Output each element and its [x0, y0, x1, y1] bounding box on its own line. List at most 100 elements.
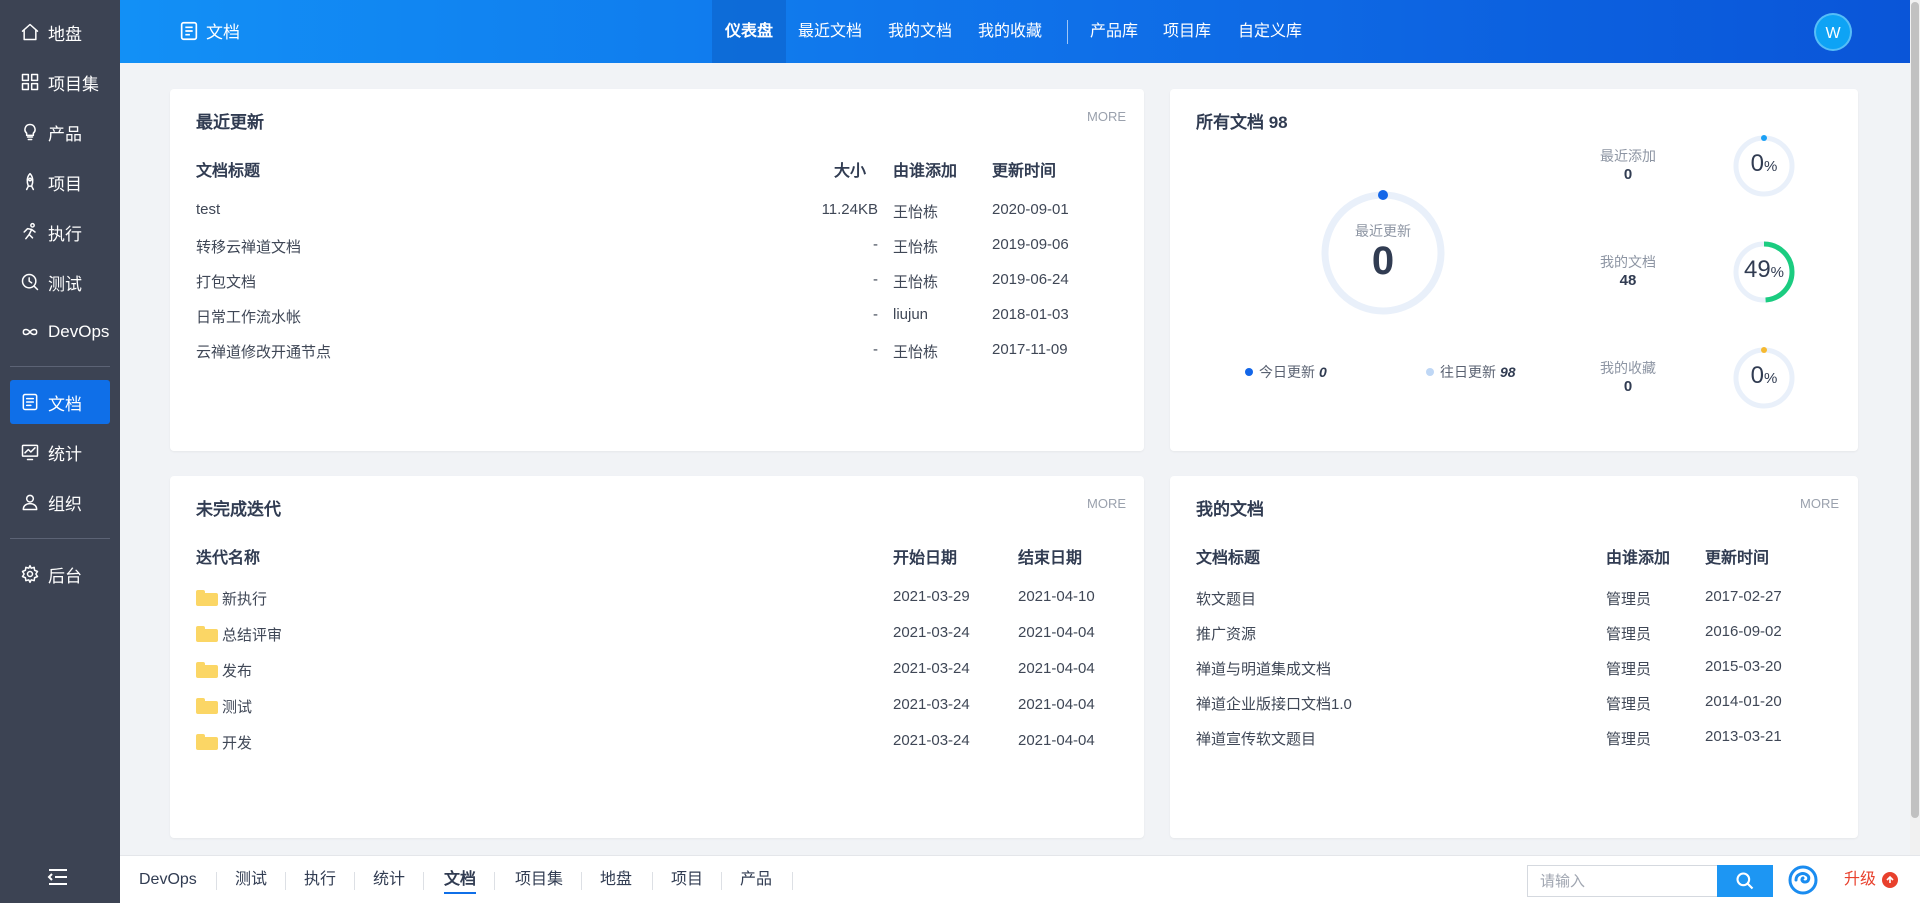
more-link[interactable]: MORE — [1800, 496, 1839, 511]
sidebar-item-doc[interactable]: 文档 — [10, 380, 110, 424]
sidebar-item-label: 项目 — [48, 174, 82, 194]
taskbar-tab[interactable]: DevOps — [139, 856, 197, 903]
sidebar-item-project[interactable]: 项目 — [10, 160, 110, 204]
stat-percent-value: 49 — [1743, 256, 1771, 283]
scrollbar-thumb[interactable] — [1911, 2, 1919, 818]
panel-title: 我的文档 — [1196, 500, 1264, 519]
nav-my-favorites[interactable]: 我的收藏 — [978, 0, 1042, 63]
iteration-end: 2021-04-10 — [1018, 588, 1095, 605]
folder-icon — [196, 734, 218, 750]
page-scrollbar[interactable] — [1910, 0, 1920, 855]
stat-value: 0 — [1623, 378, 1633, 395]
donut-marker — [1761, 347, 1767, 353]
doc-title-link[interactable]: 禅道宣传软文题目 — [1196, 728, 1316, 749]
doc-icon — [20, 392, 40, 412]
stat-percent-unit: % — [1770, 264, 1785, 281]
search-button[interactable] — [1717, 865, 1773, 897]
taskbar-tab[interactable]: 产品 — [740, 856, 772, 903]
taskbar-tab[interactable]: 统计 — [373, 856, 405, 903]
doc-added-by: 管理员 — [1606, 626, 1652, 643]
doc-title-link[interactable]: 打包文档 — [196, 271, 256, 292]
doc-title-link[interactable]: 推广资源 — [1196, 623, 1256, 644]
donut-center-label: 最近更新 — [1355, 223, 1411, 239]
doc-added-by: 王怡栋 — [893, 204, 939, 221]
nav-recent-docs[interactable]: 最近文档 — [798, 0, 862, 63]
taskbar-tab[interactable]: 项目集 — [515, 856, 563, 903]
iteration-name-link[interactable]: 总结评审 — [196, 624, 282, 645]
iteration-end: 2021-04-04 — [1018, 696, 1095, 713]
tab-divider — [494, 872, 495, 890]
taskbar-tab[interactable]: 项目 — [671, 856, 703, 903]
sidebar-item-stats[interactable]: 统计 — [10, 430, 110, 474]
all-docs-panel: 所有文档 98 最近更新 0 今日更新 0 往日更新 98 最近添加 0 0% 我的文档 4… — [1170, 89, 1858, 451]
panel-title: 最近更新 — [196, 113, 264, 132]
nav-my-docs[interactable]: 我的文档 — [888, 0, 952, 63]
iteration-name-link[interactable]: 发布 — [196, 660, 252, 681]
stat-percent-value: 0 — [1750, 362, 1764, 389]
bottom-taskbar: DevOps 测试执行统计文档项目集地盘项目产品 升级 — [120, 855, 1920, 903]
stat-percent-unit: % — [1764, 370, 1778, 387]
nav-project-lib[interactable]: 项目库 — [1163, 0, 1211, 63]
sidebar-item-test[interactable]: 测试 — [10, 260, 110, 304]
nav-divider — [1067, 20, 1068, 44]
tab-divider — [652, 872, 653, 890]
upgrade-button[interactable]: 升级 — [1844, 856, 1899, 903]
nav-custom-lib[interactable]: 自定义库 — [1238, 0, 1302, 63]
doc-title-link[interactable]: 云禅道修改开通节点 — [196, 341, 331, 362]
tab-divider — [285, 872, 286, 890]
doc-title-link[interactable]: 软文题目 — [1196, 588, 1256, 609]
sidebar-item-label: 执行 — [48, 224, 82, 244]
stat-label: 最近添加 — [1600, 148, 1656, 164]
stat-label: 我的文档 — [1600, 254, 1656, 270]
col-header-start: 开始日期 — [893, 550, 958, 567]
col-header-updated: 更新时间 — [992, 163, 1057, 180]
sidebar-item-admin[interactable]: 后台 — [10, 552, 110, 596]
donut-center-value: 0 — [1371, 239, 1395, 283]
sidebar-item-home[interactable]: 地盘 — [10, 10, 110, 54]
iteration-name-link[interactable]: 新执行 — [196, 588, 267, 609]
legend-past: 往日更新 98 — [1426, 362, 1516, 382]
taskbar-tab[interactable]: 测试 — [235, 856, 267, 903]
doc-title-link[interactable]: 禅道企业版接口文档1.0 — [1196, 693, 1352, 714]
iteration-name-link[interactable]: 开发 — [196, 732, 252, 753]
donut-marker — [1761, 135, 1767, 141]
nav-product-lib[interactable]: 产品库 — [1090, 0, 1138, 63]
taskbar-tab[interactable]: 执行 — [304, 856, 336, 903]
folder-icon — [196, 662, 218, 678]
iteration-name: 开发 — [222, 735, 253, 752]
doc-size: - — [873, 271, 878, 288]
iteration-start: 2021-03-29 — [893, 588, 970, 605]
doc-updated: 2018-01-03 — [992, 306, 1069, 323]
taskbar-tab[interactable]: 地盘 — [600, 856, 632, 903]
sidebar-item-devops[interactable]: DevOps — [10, 310, 110, 354]
iteration-start: 2021-03-24 — [893, 696, 970, 713]
more-link[interactable]: MORE — [1087, 496, 1126, 511]
tab-divider — [721, 872, 722, 890]
user-avatar[interactable]: W — [1814, 13, 1852, 51]
doc-title-link[interactable]: 转移云禅道文档 — [196, 236, 301, 257]
doc-title-link[interactable]: test — [196, 201, 220, 218]
search-input[interactable] — [1527, 865, 1717, 897]
iteration-name-link[interactable]: 测试 — [196, 696, 252, 717]
doc-title-link[interactable]: 禅道与明道集成文档 — [1196, 658, 1331, 679]
col-header-title: 文档标题 — [196, 163, 261, 180]
stat-label: 我的收藏 — [1600, 360, 1656, 376]
col-header-name: 迭代名称 — [196, 550, 261, 567]
more-link[interactable]: MORE — [1087, 109, 1126, 124]
sidebar-item-org[interactable]: 组织 — [10, 480, 110, 524]
sidebar-item-execution[interactable]: 执行 — [10, 210, 110, 254]
sidebar-item-program[interactable]: 项目集 — [10, 60, 110, 104]
iteration-end: 2021-04-04 — [1018, 624, 1095, 641]
doc-title-link[interactable]: 日常工作流水帐 — [196, 306, 301, 327]
col-header-added-by: 由谁添加 — [1606, 550, 1671, 567]
sidebar-item-product[interactable]: 产品 — [10, 110, 110, 154]
sidebar-item-label: 项目集 — [48, 74, 99, 94]
menu-collapse-icon[interactable] — [47, 868, 69, 886]
recent-updates-panel: 最近更新 MORE 文档标题 大小 由谁添加 更新时间 test 11.24KB 王… — [170, 89, 1144, 451]
tab-divider — [423, 872, 424, 890]
arrow-up-icon — [1882, 872, 1899, 888]
taskbar-tab[interactable]: 文档 — [444, 856, 477, 903]
zentao-logo-icon[interactable] — [1788, 865, 1818, 895]
nav-dashboard[interactable]: 仪表盘 — [712, 0, 787, 63]
stat-percent-value: 0 — [1750, 150, 1764, 177]
